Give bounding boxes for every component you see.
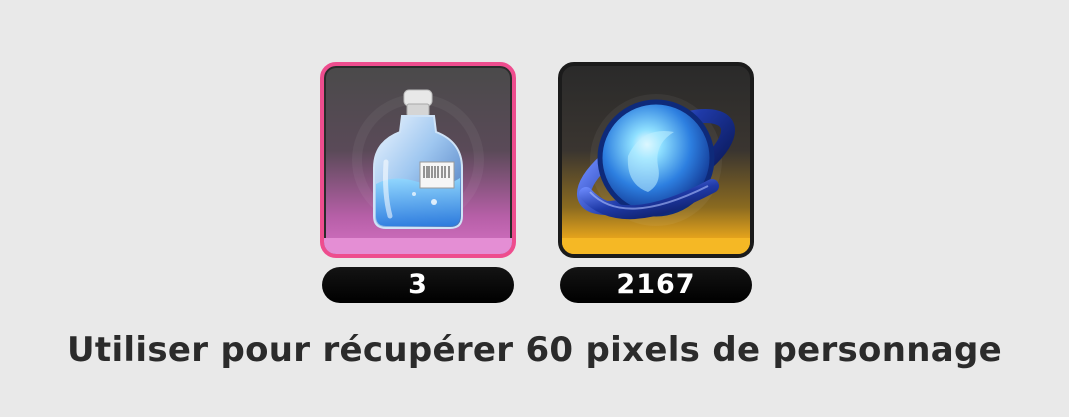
item-card[interactable] — [558, 62, 754, 258]
potion-bottle-icon — [373, 89, 463, 229]
item-use-panel: 3 2167 Utiliser pour récupérer 60 pixels… — [0, 0, 1069, 417]
item-quantity: 3 — [322, 267, 514, 303]
blue-orb-ring-icon — [576, 99, 736, 220]
item-slot-orb[interactable]: 2167 — [558, 62, 754, 303]
item-slot-potion[interactable]: 3 — [320, 62, 516, 303]
item-quantity: 2167 — [560, 267, 752, 303]
item-card-selected[interactable] — [320, 62, 516, 258]
item-description: Utiliser pour récupérer 60 pixels de per… — [67, 330, 1002, 370]
